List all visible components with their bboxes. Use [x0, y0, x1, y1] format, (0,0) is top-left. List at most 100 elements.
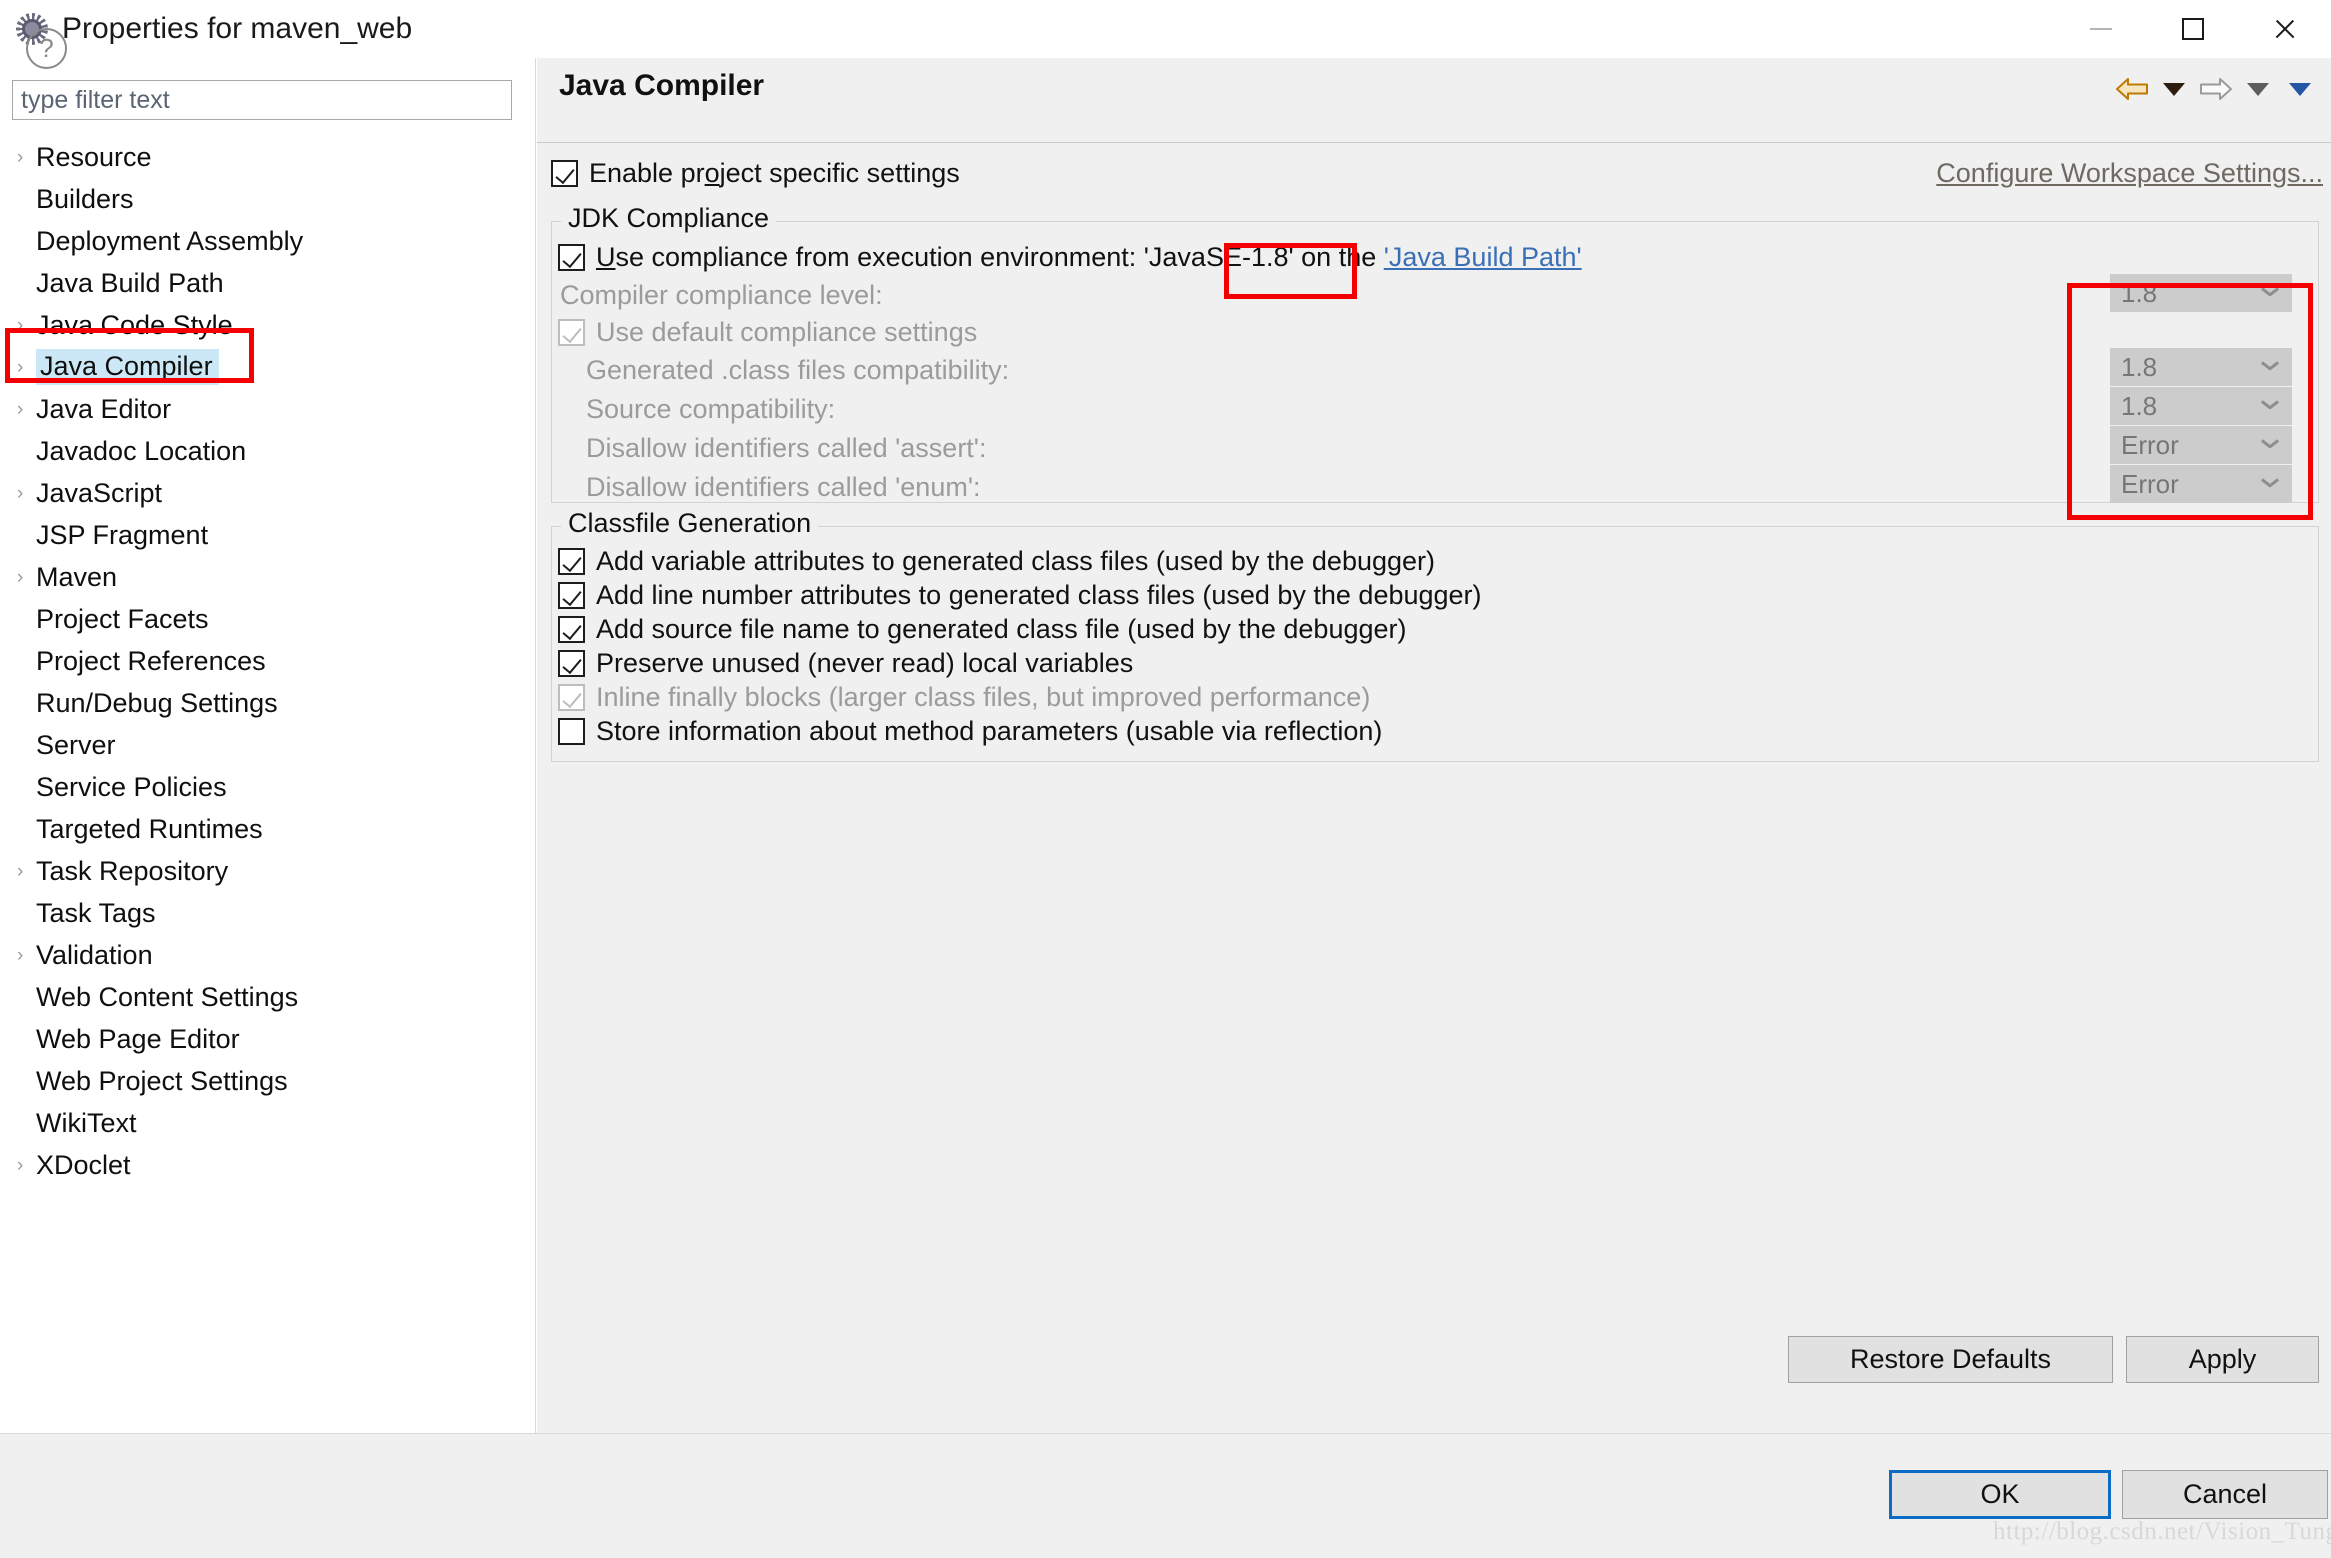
chevron-down-icon: [2262, 439, 2278, 448]
sidebar-item-java-build-path[interactable]: › Java Build Path: [0, 262, 536, 304]
use-execution-environment-checkbox[interactable]: [558, 244, 585, 271]
java-build-path-link[interactable]: 'Java Build Path': [1384, 242, 1582, 272]
chevron-right-icon[interactable]: ›: [14, 316, 36, 335]
sidebar-item-javascript[interactable]: › JavaScript: [0, 472, 536, 514]
sidebar-item-label: Project References: [36, 645, 266, 676]
sidebar-item-java-editor[interactable]: › Java Editor: [0, 388, 536, 430]
close-button[interactable]: [2239, 0, 2331, 58]
sidebar-item-label: Web Content Settings: [36, 981, 299, 1012]
store-method-parameters-row[interactable]: Store information about method parameter…: [558, 716, 1382, 747]
enable-project-specific-settings-row[interactable]: Enable project specific settings: [551, 158, 960, 189]
back-button[interactable]: [2111, 72, 2153, 106]
forward-history-dropdown[interactable]: [2237, 72, 2279, 106]
chevron-right-icon[interactable]: ›: [14, 358, 36, 377]
sidebar-item-label: Project Facets: [36, 603, 209, 634]
sidebar-item-task-repository[interactable]: › Task Repository: [0, 850, 536, 892]
add-source-file-name-label: Add source file name to generated class …: [596, 614, 1407, 644]
sidebar-item-web-page-editor[interactable]: › Web Page Editor: [0, 1018, 536, 1060]
compiler-compliance-level-combo[interactable]: 1.8: [2110, 274, 2292, 312]
inline-finally-blocks-checkbox[interactable]: [558, 684, 585, 711]
sidebar-item-service-policies[interactable]: › Service Policies: [0, 766, 536, 808]
preserve-unused-locals-checkbox[interactable]: [558, 650, 585, 677]
sidebar-item-web-project-settings[interactable]: › Web Project Settings: [0, 1060, 536, 1102]
generated-class-files-compatibility-combo[interactable]: 1.8: [2110, 348, 2292, 386]
chevron-right-icon[interactable]: ›: [14, 1156, 36, 1175]
classfile-generation-title: Classfile Generation: [561, 508, 819, 539]
sidebar-item-project-references[interactable]: › Project References: [0, 640, 536, 682]
sidebar-item-builders[interactable]: › Builders: [0, 178, 536, 220]
source-compatibility-label: Source compatibility:: [586, 394, 836, 424]
chevron-right-icon[interactable]: ›: [14, 148, 36, 167]
chevron-right-icon[interactable]: ›: [14, 862, 36, 881]
page-title: Java Compiler: [559, 68, 765, 102]
cancel-button[interactable]: Cancel: [2122, 1470, 2328, 1519]
sidebar-item-label: Task Repository: [36, 855, 229, 886]
sidebar-item-label: Web Project Settings: [36, 1065, 288, 1096]
disallow-assert-label: Disallow identifiers called 'assert':: [586, 433, 987, 463]
watermark-text: http://blog.csdn.net/Vision_Tung: [1993, 1518, 2331, 1545]
use-default-compliance-settings-checkbox[interactable]: [558, 319, 585, 346]
sidebar-item-run-debug-settings[interactable]: › Run/Debug Settings: [0, 682, 536, 724]
sidebar-item-wikitext[interactable]: › WikiText: [0, 1102, 536, 1144]
preserve-unused-locals-row[interactable]: Preserve unused (never read) local varia…: [558, 648, 1133, 679]
chevron-right-icon[interactable]: ›: [14, 946, 36, 965]
add-variable-attributes-row[interactable]: Add variable attributes to generated cla…: [558, 546, 1435, 577]
configure-workspace-settings-link[interactable]: Configure Workspace Settings...: [1936, 158, 2323, 189]
back-history-dropdown[interactable]: [2153, 72, 2195, 106]
sidebar-item-validation[interactable]: › Validation: [0, 934, 536, 976]
ok-button[interactable]: OK: [1889, 1470, 2111, 1519]
chevron-right-icon[interactable]: ›: [14, 568, 36, 587]
no-chevron-icon: ›: [14, 694, 36, 713]
add-variable-attributes-checkbox[interactable]: [558, 548, 585, 575]
disallow-assert-combo[interactable]: Error: [2110, 426, 2292, 464]
sidebar-item-label: JavaScript: [36, 477, 163, 508]
no-chevron-icon: ›: [14, 526, 36, 545]
source-compatibility-combo[interactable]: 1.8: [2110, 387, 2292, 425]
minimize-button[interactable]: [2055, 0, 2147, 58]
enable-project-specific-checkbox[interactable]: [551, 160, 578, 187]
sidebar-item-server[interactable]: › Server: [0, 724, 536, 766]
restore-defaults-button[interactable]: Restore Defaults: [1788, 1336, 2113, 1383]
sidebar-item-java-compiler[interactable]: › Java Compiler: [0, 346, 536, 388]
sidebar-item-maven[interactable]: › Maven: [0, 556, 536, 598]
add-source-file-name-row[interactable]: Add source file name to generated class …: [558, 614, 1407, 645]
sidebar-item-web-content-settings[interactable]: › Web Content Settings: [0, 976, 536, 1018]
chevron-down-icon: [2262, 478, 2278, 487]
view-menu-dropdown[interactable]: [2279, 72, 2321, 106]
enable-project-specific-label: Enable project specific settings: [589, 158, 960, 188]
add-variable-attributes-label: Add variable attributes to generated cla…: [596, 546, 1436, 576]
chevron-right-icon[interactable]: ›: [14, 400, 36, 419]
chevron-down-icon: [2262, 287, 2278, 296]
disallow-enum-combo[interactable]: Error: [2110, 465, 2292, 503]
sidebar-item-targeted-runtimes[interactable]: › Targeted Runtimes: [0, 808, 536, 850]
sidebar-item-jsp-fragment[interactable]: › JSP Fragment: [0, 514, 536, 556]
sidebar-item-task-tags[interactable]: › Task Tags: [0, 892, 536, 934]
use-execution-environment-label: Use compliance from execution environmen…: [596, 242, 1582, 272]
add-line-number-attributes-checkbox[interactable]: [558, 582, 585, 609]
sidebar-item-project-facets[interactable]: › Project Facets: [0, 598, 536, 640]
add-line-number-attributes-row[interactable]: Add line number attributes to generated …: [558, 580, 1482, 611]
inline-finally-blocks-label: Inline finally blocks (larger class file…: [596, 682, 1371, 712]
filter-input[interactable]: [12, 80, 512, 120]
sidebar-item-javadoc-location[interactable]: › Javadoc Location: [0, 430, 536, 472]
sidebar-item-java-code-style[interactable]: › Java Code Style: [0, 304, 536, 346]
header-divider: [537, 142, 2331, 143]
question-mark-icon[interactable]: ?: [26, 28, 67, 69]
no-chevron-icon: ›: [14, 988, 36, 1007]
content-nav-toolbar: [2111, 72, 2321, 106]
back-arrow-icon: [2116, 78, 2148, 100]
sidebar-item-resource[interactable]: › Resource: [0, 136, 536, 178]
maximize-button[interactable]: [2147, 0, 2239, 58]
sidebar-item-label: Web Page Editor: [36, 1023, 240, 1054]
apply-button[interactable]: Apply: [2126, 1336, 2319, 1383]
chevron-right-icon[interactable]: ›: [14, 484, 36, 503]
settings-tree[interactable]: › Resource › Builders › Deployment Assem…: [0, 136, 536, 1186]
use-execution-environment-row[interactable]: Use compliance from execution environmen…: [558, 242, 1582, 273]
inline-finally-blocks-row[interactable]: Inline finally blocks (larger class file…: [558, 682, 1370, 713]
sidebar-item-xdoclet[interactable]: › XDoclet: [0, 1144, 536, 1186]
store-method-parameters-checkbox[interactable]: [558, 718, 585, 745]
use-default-compliance-settings-row[interactable]: Use default compliance settings: [558, 317, 977, 348]
forward-button[interactable]: [2195, 72, 2237, 106]
add-source-file-name-checkbox[interactable]: [558, 616, 585, 643]
sidebar-item-deployment-assembly[interactable]: › Deployment Assembly: [0, 220, 536, 262]
